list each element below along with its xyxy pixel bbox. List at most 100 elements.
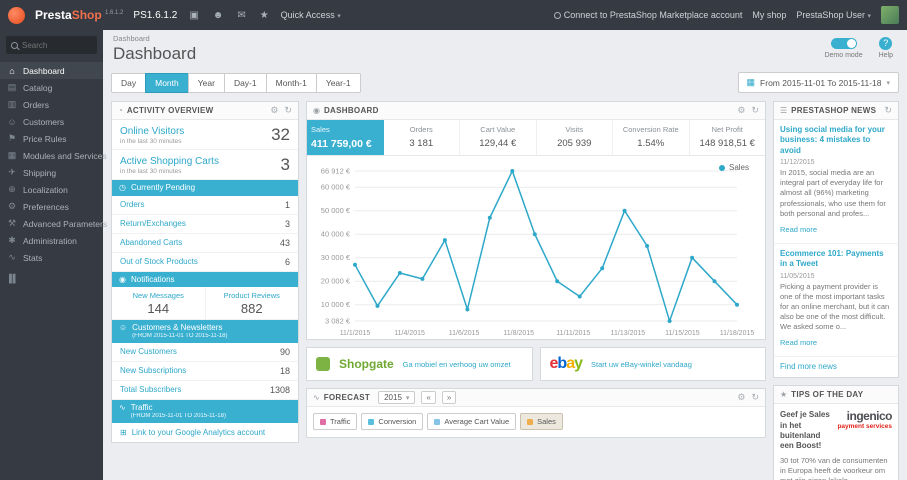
sidebar-collapse-icon[interactable]: ▌▌ bbox=[9, 274, 94, 283]
google-analytics-link[interactable]: Link to your Google Analytics account bbox=[132, 428, 265, 437]
new-messages-stat[interactable]: New Messages 144 bbox=[112, 287, 205, 319]
sidebar-item-customers[interactable]: ☺ Customers bbox=[0, 113, 103, 130]
svg-text:3 082 €: 3 082 € bbox=[325, 317, 351, 326]
read-more-link[interactable]: Read more bbox=[780, 225, 817, 234]
sidebar-item-catalog[interactable]: ▤ Catalog bbox=[0, 79, 103, 96]
tip-body: 30 tot 70% van de consumenten in Europa … bbox=[780, 455, 888, 480]
price-tag-icon: ⚑ bbox=[7, 133, 17, 143]
sidebar-item-price-rules[interactable]: ⚑ Price Rules bbox=[0, 130, 103, 147]
employees-icon[interactable]: ☻ bbox=[211, 10, 226, 21]
forecast-year-select[interactable]: 2015 ▾ bbox=[378, 391, 416, 404]
breadcrumb[interactable]: Dashboard bbox=[113, 34, 897, 43]
gear-icon[interactable]: ⚙ bbox=[270, 105, 278, 116]
page-title: Dashboard bbox=[113, 44, 197, 63]
marketplace-link[interactable]: Connect to PrestaShop Marketplace accoun… bbox=[553, 10, 742, 20]
kpi-sales[interactable]: Sales 411 759,00 € bbox=[307, 120, 384, 155]
ebay-link[interactable]: Start uw eBay-winkel vandaag bbox=[591, 360, 692, 369]
user-avatar[interactable] bbox=[881, 6, 899, 24]
forecast-conversion-toggle[interactable]: Conversion bbox=[361, 413, 424, 430]
legend-dot-icon bbox=[434, 418, 441, 425]
kpi-cart-value[interactable]: Cart Value 129,44 € bbox=[460, 120, 537, 155]
forecast-prev-button[interactable]: « bbox=[421, 391, 436, 404]
range-day-button[interactable]: Day bbox=[111, 72, 147, 93]
sidebar-item-preferences[interactable]: ⚙ Preferences bbox=[0, 198, 103, 215]
gear-icon[interactable]: ⚙ bbox=[737, 392, 745, 403]
active-carts-link[interactable]: Active Shopping Carts bbox=[120, 156, 219, 167]
pending-orders-row: Orders 1 bbox=[112, 196, 298, 215]
new-customers-row: New Customers 90 bbox=[112, 343, 298, 362]
orders-icon: ▥ bbox=[7, 99, 17, 109]
traffic-icon: ∿ bbox=[119, 402, 126, 412]
refresh-icon[interactable]: ↻ bbox=[884, 105, 892, 116]
quick-access-menu[interactable]: Quick Access ▾ bbox=[281, 10, 341, 20]
sidebar-item-advanced-parameters[interactable]: ⚒ Advanced Parameters bbox=[0, 215, 107, 232]
refresh-icon[interactable]: ↻ bbox=[751, 105, 759, 116]
active-carts-value: 3 bbox=[280, 155, 290, 174]
news-headline-link[interactable]: Using social media for your business: 4 … bbox=[780, 125, 892, 156]
range-year-button[interactable]: Year bbox=[187, 72, 225, 93]
kpi-conversion-rate[interactable]: Conversion Rate 1.54% bbox=[613, 120, 690, 155]
gear-icon: ⚙ bbox=[7, 201, 17, 211]
svg-text:50 000 €: 50 000 € bbox=[321, 206, 351, 215]
kpi-net-profit[interactable]: Net Profit 148 918,51 € bbox=[690, 120, 766, 155]
cart-icon[interactable]: ▣ bbox=[187, 10, 200, 21]
sidebar-item-dashboard[interactable]: ⌂ Dashboard bbox=[0, 62, 103, 79]
mail-icon[interactable]: ✉ bbox=[235, 10, 247, 21]
marketplace-icon bbox=[553, 12, 561, 19]
search-input[interactable] bbox=[22, 40, 92, 50]
chevron-down-icon: ▾ bbox=[405, 394, 410, 402]
prestashop-admin: PrestaShop 1.6.1.2 PS1.6.1.2 ▣ ☻ ✉ ★ Qui… bbox=[0, 0, 907, 480]
tools-icon: ⚒ bbox=[7, 218, 17, 228]
refresh-icon[interactable]: ↻ bbox=[284, 105, 292, 116]
refresh-icon[interactable]: ↻ bbox=[751, 392, 759, 403]
sidebar-item-modules[interactable]: ▦ Modules and Services bbox=[0, 147, 107, 164]
help-button[interactable]: ? Help bbox=[879, 36, 893, 59]
topbar: PrestaShop 1.6.1.2 PS1.6.1.2 ▣ ☻ ✉ ★ Qui… bbox=[0, 0, 907, 30]
sidebar-item-stats[interactable]: ∿ Stats bbox=[0, 249, 103, 266]
product-reviews-stat[interactable]: Product Reviews 882 bbox=[204, 287, 299, 320]
kpi-visits[interactable]: Visits 205 939 bbox=[537, 120, 613, 155]
range-day-1-button[interactable]: Day-1 bbox=[223, 72, 267, 93]
sidebar-item-shipping[interactable]: ✈ Shipping bbox=[0, 164, 103, 181]
active-carts-row: Active Shopping Carts in the last 30 minu… bbox=[112, 150, 298, 180]
forecast-avg-cart-toggle[interactable]: Average Cart Value bbox=[427, 413, 517, 430]
news-headline-link[interactable]: Ecommerce 101: Payments in a Tweet bbox=[780, 249, 892, 270]
legend-dot-icon bbox=[718, 164, 725, 171]
sidebar-item-localization[interactable]: ⊕ Localization bbox=[0, 181, 103, 198]
search-icon bbox=[11, 41, 18, 49]
range-year-1-button[interactable]: Year-1 bbox=[315, 72, 361, 93]
svg-text:66 912 €: 66 912 € bbox=[321, 167, 351, 176]
svg-text:11/15/2015: 11/15/2015 bbox=[665, 330, 700, 337]
forecast-panel: ∿ FORECAST 2015 ▾ « » ⚙ ↻ Traffic Conversi… bbox=[306, 388, 766, 438]
clock-icon: ◷ bbox=[119, 183, 126, 192]
updates-icon[interactable]: ★ bbox=[258, 10, 271, 21]
forecast-traffic-toggle[interactable]: Traffic bbox=[313, 413, 358, 430]
range-month-button[interactable]: Month bbox=[145, 72, 189, 93]
online-visitors-link[interactable]: Online Visitors bbox=[120, 126, 184, 137]
forecast-legend: Traffic Conversion Average Cart Value Sa… bbox=[307, 407, 765, 437]
range-month-1-button[interactable]: Month-1 bbox=[265, 72, 317, 93]
find-more-news-link[interactable]: Find more news bbox=[774, 357, 898, 377]
sidebar-item-orders[interactable]: ▥ Orders bbox=[0, 96, 103, 113]
bell-icon: ◉ bbox=[119, 274, 126, 284]
kpi-orders[interactable]: Orders 3 181 bbox=[384, 120, 460, 155]
gear-icon[interactable]: ⚙ bbox=[737, 105, 745, 116]
svg-text:40 000 €: 40 000 € bbox=[321, 230, 351, 239]
chart-legend: Sales bbox=[718, 163, 749, 172]
demo-mode-toggle[interactable]: Demo mode bbox=[824, 36, 863, 59]
read-more-link[interactable]: Read more bbox=[780, 338, 817, 347]
svg-text:11/6/2015: 11/6/2015 bbox=[449, 330, 480, 337]
date-range-picker[interactable]: ▦ From 2015-11-01 To 2015-11-18 ▾ bbox=[737, 72, 899, 93]
prestashop-logo[interactable] bbox=[8, 6, 25, 24]
sidebar-item-administration[interactable]: ✱ Administration bbox=[0, 232, 103, 249]
catalog-icon: ▤ bbox=[7, 82, 17, 92]
my-shop-link[interactable]: My shop bbox=[752, 10, 786, 20]
shopgate-link[interactable]: Ga mobiel en verhoog uw omzet bbox=[403, 360, 511, 369]
legend-dot-icon bbox=[527, 418, 534, 425]
legend-dot-icon bbox=[368, 418, 375, 425]
notifications-header: ◉ Notifications bbox=[112, 271, 298, 288]
forecast-next-button[interactable]: » bbox=[441, 391, 457, 404]
forecast-sales-toggle[interactable]: Sales bbox=[520, 413, 563, 430]
main-content: Dashboard Dashboard Demo mode ? Help Day bbox=[103, 30, 907, 480]
user-menu[interactable]: PrestaShop User ▾ bbox=[796, 10, 871, 20]
